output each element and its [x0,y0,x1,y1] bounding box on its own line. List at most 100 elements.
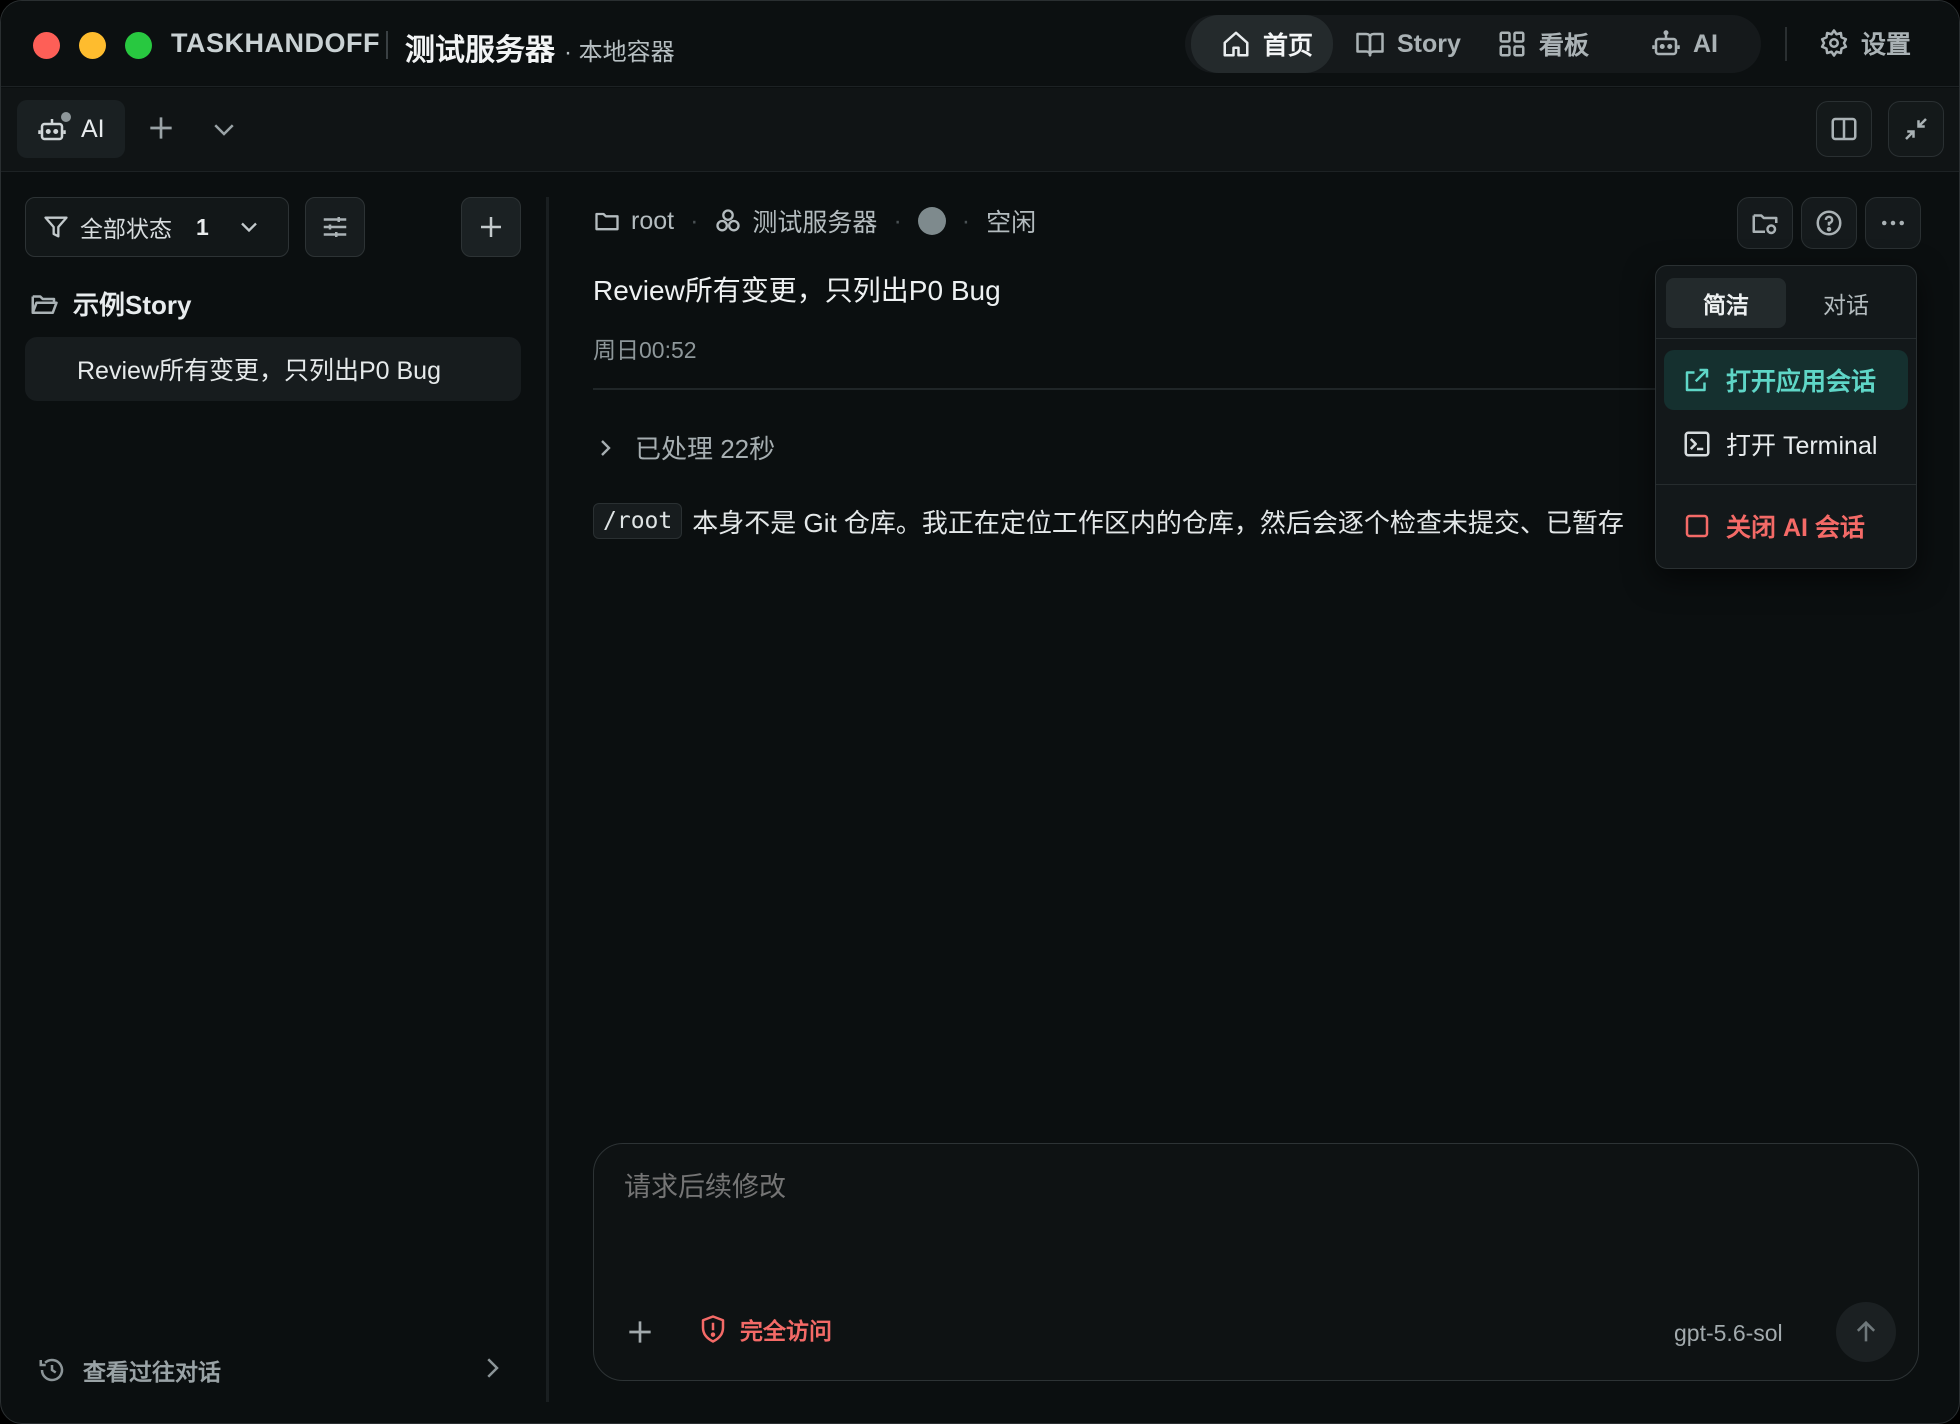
minimize-window-button[interactable] [79,32,106,59]
access-mode-button[interactable]: 完全访问 [698,1312,832,1346]
processed-toggle[interactable]: 已处理 22秒 [593,429,775,466]
new-tab-plus-icon[interactable] [145,112,177,144]
history-icon [39,1358,64,1382]
top-nav: 首页 Story 看板 AI [1185,15,1761,73]
home-icon [1223,31,1249,57]
open-folder-button[interactable] [1737,197,1793,249]
close-ai-session-item[interactable]: 关闭 AI 会话 [1664,496,1908,556]
nav-board[interactable]: 看板 [1497,15,1589,73]
app-name: TASKHANDOFF [171,28,380,58]
conversation-time: 周日00:52 [593,337,697,363]
menu-divider [1656,338,1916,339]
title-divider [386,31,388,59]
more-options-button[interactable] [1865,197,1921,249]
close-ai-session-label: 关闭 AI 会话 [1726,514,1865,542]
access-mode-label: 完全访问 [740,1318,832,1344]
view-mode-chat[interactable]: 对话 [1786,278,1906,328]
arrow-up-icon [1856,1320,1876,1342]
help-button[interactable] [1801,197,1857,249]
composer: 完全访问 gpt-5.6-sol [593,1143,1919,1381]
status-filter-select[interactable]: 全部状态 1 [25,197,289,257]
nav-board-label: 看板 [1539,32,1590,60]
grid-icon [1499,31,1525,57]
sliders-icon [323,217,347,237]
breadcrumb-separator: · [690,206,699,235]
open-terminal-label: 打开 Terminal [1726,432,1878,460]
maximize-window-button[interactable] [125,32,152,59]
folder-open-icon [31,294,58,314]
open-app-session-item[interactable]: 打开应用会话 [1664,350,1908,410]
nav-home[interactable]: 首页 [1191,15,1333,73]
close-window-button[interactable] [33,32,60,59]
session-title: Review所有变更，只列出P0 Bug [77,357,441,385]
filter-options-button[interactable] [305,197,365,257]
nav-story[interactable]: Story [1347,15,1461,73]
history-label: 查看过往对话 [83,1359,221,1385]
shield-alert-icon [701,1315,725,1343]
open-terminal-item[interactable]: 打开 Terminal [1664,414,1908,474]
processed-label: 已处理 22秒 [635,434,776,464]
folder-settings-icon [1752,214,1778,235]
chevron-right-icon [487,1358,499,1378]
conversation-title: Review所有变更，只列出P0 Bug [593,275,1001,306]
filter-label: 全部状态 [80,216,172,242]
story-group-header[interactable]: 示例Story [29,285,191,322]
tab-ai[interactable]: AI [17,100,125,158]
past-conversations-link[interactable]: 查看过往对话 [37,1353,507,1387]
status-label: 空闲 [986,209,1037,237]
breadcrumb-folder[interactable]: root [631,207,674,236]
options-dropdown: 简洁 对话 打开应用会话 打开 Terminal 关闭 AI 会话 [1655,265,1917,569]
breadcrumb-separator: · [893,206,902,235]
add-session-button[interactable] [461,197,521,257]
split-panel-icon [1831,117,1857,141]
settings-divider [1785,27,1787,61]
chevron-down-icon [240,222,257,233]
server-subtitle: · 本地容器 [564,39,675,66]
server-name[interactable]: 测试服务器 [405,25,555,69]
breadcrumb-server[interactable]: 测试服务器 [752,203,877,239]
view-mode-concise[interactable]: 简洁 [1666,278,1786,328]
cluster-icon [716,209,741,232]
view-mode-segment: 简洁 对话 [1666,278,1906,328]
chevron-right-icon [601,439,611,456]
terminal-icon [1684,431,1710,457]
sidebar: 全部状态 1 示例Story Review所有变更，只列出P0 Bug 查看过往… [1,173,541,1423]
external-link-icon [1685,368,1709,392]
open-app-session-label: 打开应用会话 [1726,368,1877,396]
gear-icon [1820,29,1848,57]
more-horizontal-icon [1882,220,1904,226]
nav-ai-label: AI [1693,29,1718,58]
tab-ai-label: AI [81,114,105,143]
agent-avatar [917,207,946,235]
title-bar: TASKHANDOFF 测试服务器 · 本地容器 首页 Story 看板 AI [1,1,1959,87]
tab-bar: AI [1,88,1959,172]
inline-code: /root [593,503,683,539]
attach-plus-icon[interactable] [624,1316,656,1348]
followup-input[interactable] [624,1164,1324,1210]
help-circle-icon [1816,210,1842,236]
session-list-item[interactable]: Review所有变更，只列出P0 Bug [25,337,521,401]
sidebar-divider[interactable] [546,197,549,1402]
tab-status-dot [59,110,73,124]
robot-icon [1652,30,1680,56]
minimize-arrows-icon [1905,118,1927,140]
app-window: TASKHANDOFF 测试服务器 · 本地容器 首页 Story 看板 AI [0,0,1960,1424]
plus-icon [481,217,501,237]
model-selector[interactable]: gpt-5.6-sol [1674,1320,1783,1347]
nav-home-label: 首页 [1263,32,1314,60]
breadcrumb-separator: · [961,206,971,235]
menu-divider [1656,484,1916,485]
breadcrumb: root · 测试服务器 · · 空闲 [593,203,1036,239]
settings-button[interactable]: 设置 [1819,25,1911,61]
send-button[interactable] [1836,1302,1896,1362]
collapse-button[interactable] [1888,101,1944,157]
filter-count: 1 [196,213,209,240]
assistant-message: /root 本身不是 Git 仓库。我正在定位工作区内的仓库，然后会逐个检查未提… [593,499,1723,543]
chevron-down-icon[interactable] [209,114,239,144]
split-view-button[interactable] [1816,101,1872,157]
nav-ai[interactable]: AI [1651,15,1718,73]
book-icon [1356,32,1384,57]
message-text: 本身不是 Git 仓库。我正在定位工作区内的仓库，然后会逐个检查未提交、已暂存 [692,507,1624,538]
nav-story-label: Story [1397,29,1461,58]
settings-label: 设置 [1861,31,1912,59]
